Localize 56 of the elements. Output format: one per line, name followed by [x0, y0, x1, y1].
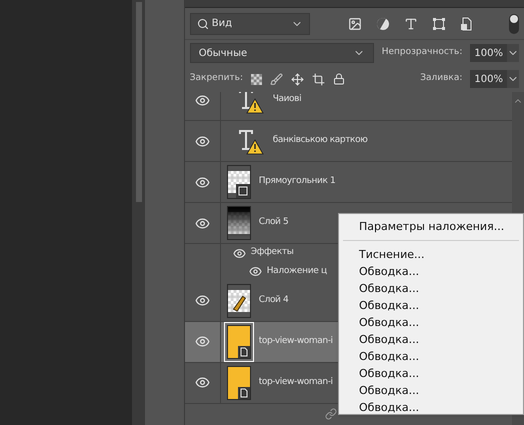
shape-filter-icon[interactable] — [432, 16, 446, 30]
fill-field[interactable]: 100% — [470, 70, 519, 88]
layer-name: Чаиові — [272, 93, 302, 106]
smart-object-badge-icon — [238, 346, 250, 358]
chevron-icon — [506, 70, 519, 88]
move-icon[interactable] — [291, 72, 304, 86]
menu-item[interactable]: Обводка... — [339, 297, 523, 314]
chevron-icon — [506, 44, 519, 62]
scrollbar[interactable] — [132, 0, 146, 425]
layer-name: Слой 5 — [258, 216, 288, 230]
filter-toggle[interactable] — [508, 14, 519, 34]
layer-name: top-view-woman-i — [258, 334, 333, 348]
eye-icon[interactable] — [194, 375, 210, 390]
image-filter-icon[interactable] — [348, 16, 362, 30]
menu-item[interactable]: Обводка... — [339, 348, 523, 365]
menu-item[interactable]: Обводка... — [339, 382, 523, 399]
smart-object-filter-icon[interactable] — [460, 16, 472, 30]
type-filter-icon[interactable] — [404, 16, 418, 30]
link-icon[interactable] — [324, 408, 337, 420]
adjustment-filter-icon[interactable] — [376, 16, 390, 30]
menu-item[interactable]: Обводка... — [339, 280, 523, 297]
menu-item[interactable]: Обводка... — [339, 331, 523, 348]
eye-icon[interactable] — [194, 293, 210, 308]
opacity-field[interactable]: 100% — [470, 44, 519, 62]
lock-icon[interactable] — [333, 73, 346, 85]
eye-icon[interactable] — [194, 334, 210, 350]
crop-icon[interactable] — [312, 72, 326, 86]
shape-badge-icon — [236, 184, 250, 198]
eye-icon[interactable] — [248, 265, 262, 278]
menu-item[interactable]: Параметры наложения... — [339, 218, 523, 235]
menu-item[interactable]: Тиснение... — [339, 246, 523, 263]
opacity-label: Непрозрачность: — [382, 46, 462, 60]
filter-dropdown[interactable]: Вид — [190, 12, 310, 34]
lock-label: Закрепить: — [190, 72, 244, 86]
eye-icon[interactable] — [232, 246, 246, 260]
menu-item[interactable]: Обводка... — [339, 365, 523, 382]
blend-mode-dropdown[interactable]: Обычные — [190, 43, 374, 63]
layer-name: Эффекты — [250, 246, 294, 260]
menu-item[interactable]: Обводка... — [339, 399, 523, 416]
layer-name: Прямоугольник 1 — [258, 175, 336, 188]
layer-name: Слой 4 — [258, 294, 288, 307]
brush-icon[interactable] — [270, 72, 284, 86]
search-icon — [196, 18, 209, 30]
menu-item[interactable]: Обводка... — [339, 263, 523, 280]
menu-item[interactable]: Обводка... — [339, 314, 523, 331]
layer-name: Наложение ц — [266, 264, 327, 278]
layer-row[interactable]: top-view-woman-i — [184, 322, 339, 362]
eye-icon[interactable] — [194, 134, 210, 148]
eye-icon[interactable] — [194, 92, 210, 108]
layer-name: банківською карткою — [272, 134, 368, 148]
fill-label: Заливка: — [420, 72, 462, 86]
layer-name: top-view-woman-i — [258, 376, 333, 389]
eye-icon[interactable] — [194, 216, 210, 230]
lock-transparency-icon[interactable] — [251, 74, 262, 84]
eye-icon[interactable] — [194, 174, 210, 190]
smart-object-badge-icon — [238, 386, 250, 399]
